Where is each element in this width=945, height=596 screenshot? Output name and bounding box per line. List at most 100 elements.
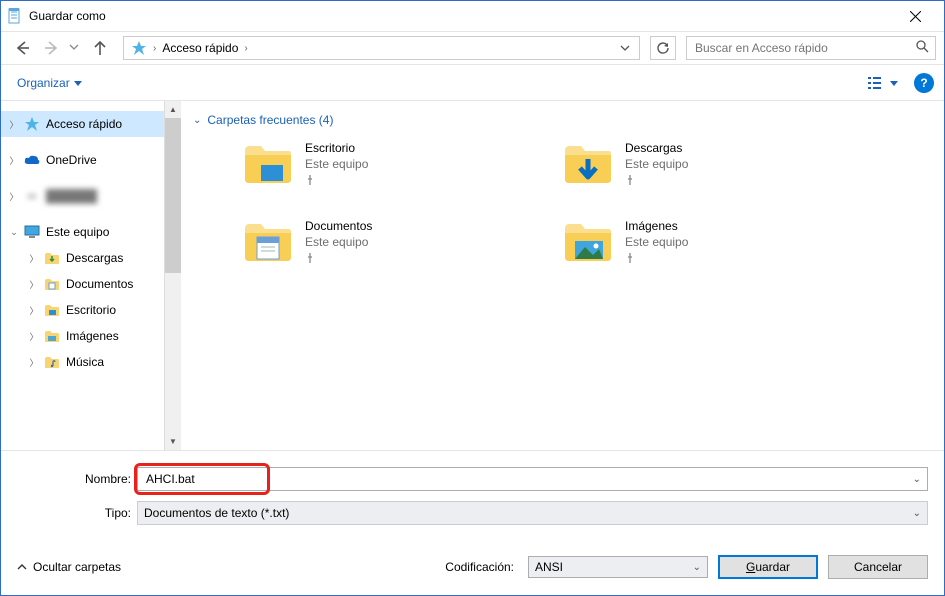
forward-button[interactable]	[39, 35, 65, 61]
breadcrumb-root[interactable]	[127, 37, 151, 59]
folder-location: Este equipo	[625, 235, 688, 249]
cloud-icon	[23, 151, 41, 169]
save-button[interactable]: Guardar	[718, 555, 818, 579]
breadcrumb-label: Acceso rápido	[162, 41, 238, 55]
sidebar-label: Música	[63, 355, 104, 369]
star-icon	[23, 115, 41, 133]
back-button[interactable]	[9, 35, 35, 61]
view-options-button[interactable]	[868, 76, 898, 90]
sidebar-scrollbar[interactable]: ▲ ▼	[164, 101, 181, 450]
pin-icon	[625, 175, 688, 188]
content-pane: ⌄ Carpetas frecuentes (4) Escritorio Est…	[181, 101, 944, 450]
sidebar-item-this-pc[interactable]: ⌄ Este equipo	[1, 219, 181, 245]
filetype-select[interactable]: Documentos de texto (*.txt) ⌄	[137, 501, 928, 525]
desktop-icon	[43, 301, 61, 319]
expand-icon[interactable]: 〉	[7, 190, 21, 203]
scroll-down-icon[interactable]: ▼	[165, 433, 181, 450]
breadcrumb-segment[interactable]: Acceso rápido	[158, 37, 242, 59]
group-header-label: Carpetas frecuentes (4)	[207, 113, 333, 127]
sidebar-item-downloads[interactable]: 〉 Descargas	[1, 245, 181, 271]
chevron-right-icon: ›	[151, 43, 158, 54]
hide-folders-label: Ocultar carpetas	[33, 560, 121, 574]
sidebar-label: ██████	[43, 189, 97, 203]
nav-row: › Acceso rápido ›	[1, 31, 944, 65]
filename-form: Nombre: ⌄ Tipo: Documentos de texto (*.t…	[1, 451, 944, 543]
scrollbar-thumb[interactable]	[165, 118, 181, 273]
folder-item-pictures[interactable]: Imágenes Este equipo	[563, 219, 843, 269]
hide-folders-button[interactable]: Ocultar carpetas	[17, 560, 121, 574]
chevron-down-icon: ⌄	[913, 508, 921, 519]
sidebar-item-pictures[interactable]: 〉 Imágenes	[1, 323, 181, 349]
folder-item-desktop[interactable]: Escritorio Este equipo	[243, 141, 523, 191]
folder-item-downloads[interactable]: Descargas Este equipo	[563, 141, 843, 191]
sidebar-item-desktop[interactable]: 〉 Escritorio	[1, 297, 181, 323]
help-button[interactable]: ?	[914, 73, 934, 93]
folder-icon	[563, 219, 613, 269]
encoding-label: Codificación:	[445, 560, 514, 574]
user-icon: ▪▪	[23, 187, 41, 205]
help-icon: ?	[920, 76, 927, 90]
folder-name: Imágenes	[625, 219, 688, 233]
search-icon	[916, 40, 929, 56]
sidebar-label: OneDrive	[43, 153, 97, 167]
expand-icon[interactable]: 〉	[7, 118, 21, 131]
folder-name: Escritorio	[305, 141, 368, 155]
nav-pane: 〉 Acceso rápido 〉 OneDrive 〉 ▪▪ ██████	[1, 101, 181, 450]
address-dropdown[interactable]	[614, 43, 636, 53]
refresh-button[interactable]	[650, 36, 676, 60]
search-input[interactable]	[693, 40, 916, 56]
command-bar: Organizar ?	[1, 65, 944, 101]
documents-icon	[43, 275, 61, 293]
folder-name: Descargas	[625, 141, 688, 155]
pictures-icon	[43, 327, 61, 345]
sidebar-label: Descargas	[63, 251, 123, 265]
folder-location: Este equipo	[625, 157, 688, 171]
sidebar-item-onedrive[interactable]: 〉 OneDrive	[1, 147, 181, 173]
sidebar-item-music[interactable]: 〉 Música	[1, 349, 181, 375]
app-icon	[7, 8, 23, 24]
expand-icon[interactable]: 〉	[27, 252, 41, 265]
sidebar-item-user[interactable]: 〉 ▪▪ ██████	[1, 183, 181, 209]
monitor-icon	[23, 223, 41, 241]
chevron-down-icon	[620, 43, 630, 53]
folder-icon	[243, 219, 293, 269]
pin-icon	[625, 253, 688, 266]
cancel-button[interactable]: Cancelar	[828, 555, 928, 579]
chevron-down-icon[interactable]: ⌄	[913, 474, 921, 485]
scroll-up-icon[interactable]: ▲	[165, 101, 181, 118]
expand-icon[interactable]: 〉	[27, 278, 41, 291]
dialog-footer: Ocultar carpetas Codificación: ANSI ⌄ Gu…	[1, 543, 944, 595]
filename-input[interactable]	[144, 471, 913, 487]
expand-icon[interactable]: 〉	[27, 304, 41, 317]
search-box[interactable]	[686, 36, 936, 60]
window-title: Guardar como	[29, 9, 106, 23]
address-bar[interactable]: › Acceso rápido ›	[123, 36, 640, 60]
sidebar-label: Escritorio	[63, 303, 116, 317]
titlebar: Guardar como	[1, 1, 944, 31]
chevron-down-icon	[74, 79, 82, 87]
chevron-up-icon	[17, 562, 27, 572]
recent-locations-button[interactable]	[69, 41, 83, 55]
folder-item-documents[interactable]: Documentos Este equipo	[243, 219, 523, 269]
star-icon	[131, 40, 147, 56]
filename-field-wrap: ⌄	[137, 467, 928, 491]
expand-icon[interactable]: 〉	[27, 330, 41, 343]
expand-icon[interactable]: 〉	[7, 154, 21, 167]
group-header[interactable]: ⌄ Carpetas frecuentes (4)	[193, 113, 932, 127]
main-area: 〉 Acceso rápido 〉 OneDrive 〉 ▪▪ ██████	[1, 101, 944, 451]
folder-icon	[563, 141, 613, 191]
organize-button[interactable]: Organizar	[11, 72, 88, 94]
sidebar-item-documents[interactable]: 〉 Documentos	[1, 271, 181, 297]
expand-icon[interactable]: 〉	[27, 356, 41, 369]
filename-label: Nombre:	[17, 472, 137, 486]
chevron-down-icon	[69, 42, 79, 52]
up-button[interactable]	[87, 35, 113, 61]
sidebar-item-quick-access[interactable]: 〉 Acceso rápido	[1, 111, 181, 137]
organize-label: Organizar	[17, 76, 70, 90]
view-icon	[868, 76, 886, 90]
folder-location: Este equipo	[305, 235, 372, 249]
encoding-select[interactable]: ANSI ⌄	[528, 556, 708, 578]
collapse-icon[interactable]: ⌄	[7, 227, 21, 238]
arrow-left-icon	[13, 39, 31, 57]
close-button[interactable]	[893, 2, 938, 30]
